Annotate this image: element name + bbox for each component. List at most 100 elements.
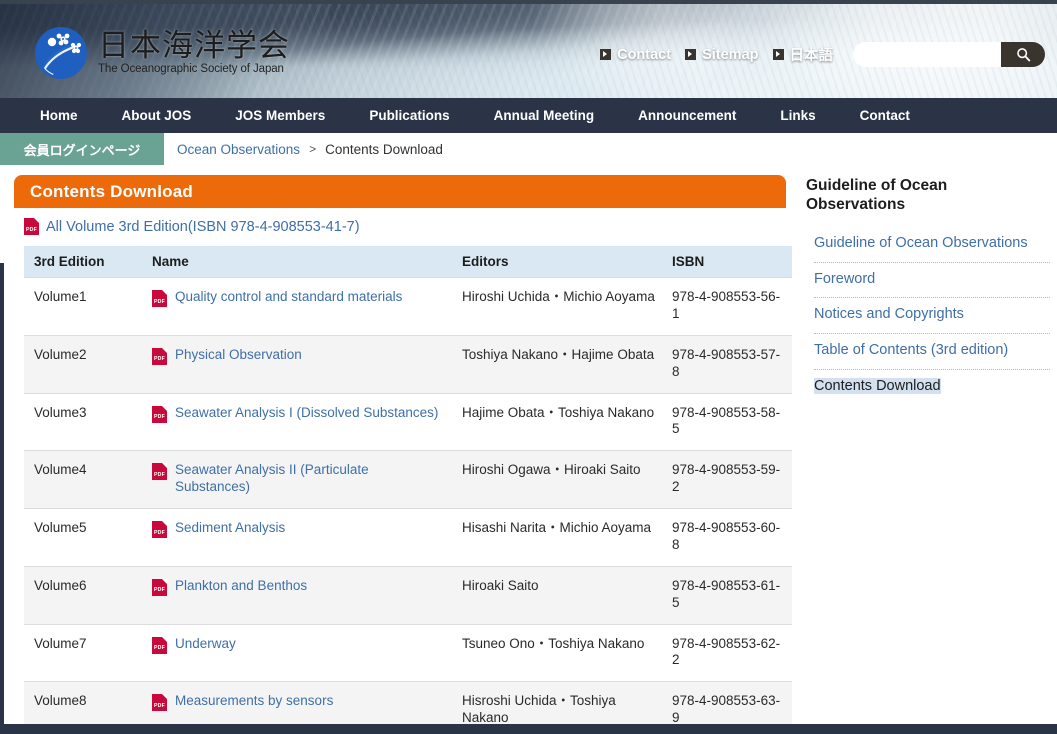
- cell-name: PDF Seawater Analysis II (Particulate Su…: [142, 451, 452, 509]
- cell-volume: Volume3: [24, 393, 142, 451]
- volume-download-link[interactable]: Underway: [175, 636, 236, 653]
- nav-item-contact[interactable]: Contact: [838, 108, 932, 123]
- util-link-japanese[interactable]: 日本語: [773, 44, 834, 65]
- nav-item-annual-meeting[interactable]: Annual Meeting: [472, 108, 617, 123]
- cell-editors: Hisashi Narita・Michio Aoyama: [452, 509, 662, 567]
- all-volume-row: PDF All Volume 3rd Edition(ISBN 978-4-90…: [14, 208, 790, 246]
- column-header-editors: Editors: [452, 246, 662, 278]
- util-link-japanese-label: 日本語: [790, 44, 834, 65]
- cell-isbn: 978-4-908553-59-2: [662, 451, 792, 509]
- cell-name: PDF Seawater Analysis I (Dissolved Subst…: [142, 393, 452, 451]
- pdf-icon: PDF: [152, 521, 167, 538]
- cell-editors: Hajime Obata・Toshiya Nakano: [452, 393, 662, 451]
- table-row: Volume1 PDF Quality control and standard…: [24, 278, 792, 336]
- site-search: [853, 42, 1045, 67]
- cell-editors: Hiroshi Ogawa・Hiroaki Saito: [452, 451, 662, 509]
- sidebar-link-foreword[interactable]: Foreword: [814, 269, 1050, 291]
- breadcrumb-current: Contents Download: [325, 142, 443, 157]
- column-header-isbn: ISBN: [662, 246, 792, 278]
- site-logo[interactable]: 日本海洋学会 The Oceanographic Society of Japa…: [32, 24, 290, 82]
- member-login-button[interactable]: 会員ログインページ: [0, 133, 164, 165]
- chevron-right-icon: [600, 49, 611, 60]
- table-row: Volume3 PDF Seawater Analysis I (Dissolv…: [24, 393, 792, 451]
- pdf-icon: PDF: [152, 637, 167, 654]
- body-area: Contents Download PDF All Volume 3rd Edi…: [0, 165, 1057, 734]
- pdf-icon-label: PDF: [152, 587, 167, 594]
- breadcrumb-parent-link[interactable]: Ocean Observations: [177, 142, 300, 157]
- search-input[interactable]: [853, 42, 1001, 67]
- volume-download-link[interactable]: Physical Observation: [175, 347, 302, 364]
- cell-volume: Volume5: [24, 509, 142, 567]
- table-row: Volume2 PDF Physical Observation Toshiya…: [24, 335, 792, 393]
- pdf-icon-label: PDF: [24, 227, 39, 233]
- footer-strip: [0, 724, 1057, 734]
- all-volume-download-link[interactable]: All Volume 3rd Edition(ISBN 978-4-908553…: [46, 219, 360, 235]
- nav-item-home[interactable]: Home: [18, 108, 100, 123]
- nav-item-jos-members[interactable]: JOS Members: [213, 108, 347, 123]
- pdf-icon-label: PDF: [152, 472, 167, 479]
- volume-download-link[interactable]: Quality control and standard materials: [175, 289, 402, 306]
- nav-item-publications[interactable]: Publications: [347, 108, 471, 123]
- sidebar-title: Guideline of Ocean Observations: [806, 176, 1006, 215]
- cell-volume: Volume7: [24, 624, 142, 682]
- sidebar-item-foreword[interactable]: Foreword: [814, 263, 1050, 299]
- main-navigation: Home About JOS JOS Members Publications …: [0, 98, 1057, 133]
- pdf-icon-label: PDF: [152, 703, 167, 710]
- logo-text: 日本海洋学会 The Oceanographic Society of Japa…: [98, 30, 290, 76]
- page-left-border: [0, 263, 4, 734]
- header-top-rule: [0, 0, 1057, 4]
- pdf-icon-label: PDF: [152, 530, 167, 537]
- column-header-name: Name: [142, 246, 452, 278]
- nav-item-links[interactable]: Links: [758, 108, 837, 123]
- breadcrumb: Ocean Observations > Contents Download: [164, 133, 443, 165]
- jos-emblem-icon: [32, 24, 90, 82]
- cell-isbn: 978-4-908553-62-2: [662, 624, 792, 682]
- right-sidebar: Guideline of Ocean Observations Guidelin…: [790, 165, 1050, 405]
- pdf-icon: PDF: [152, 463, 167, 480]
- cell-volume: Volume4: [24, 451, 142, 509]
- sidebar-item-toc[interactable]: Table of Contents (3rd edition): [814, 334, 1050, 370]
- table-row: Volume7 PDF Underway Tsuneo Ono・Toshiya …: [24, 624, 792, 682]
- util-link-sitemap-label: Sitemap: [702, 47, 758, 63]
- table-header-row: 3rd Edition Name Editors ISBN: [24, 246, 792, 278]
- volume-download-link[interactable]: Seawater Analysis II (Particulate Substa…: [175, 462, 446, 496]
- sidebar-link-notices[interactable]: Notices and Copyrights: [814, 304, 1050, 326]
- breadcrumb-bar: 会員ログインページ Ocean Observations > Contents …: [0, 133, 1057, 165]
- sidebar-item-notices[interactable]: Notices and Copyrights: [814, 298, 1050, 334]
- cell-editors: Tsuneo Ono・Toshiya Nakano: [452, 624, 662, 682]
- util-link-sitemap[interactable]: Sitemap: [685, 47, 758, 63]
- cell-editors: Hiroaki Saito: [452, 566, 662, 624]
- cell-isbn: 978-4-908553-60-8: [662, 509, 792, 567]
- chevron-right-icon: [685, 49, 696, 60]
- sidebar-link-toc[interactable]: Table of Contents (3rd edition): [814, 340, 1050, 362]
- table-row: Volume5 PDF Sediment Analysis Hisashi Na…: [24, 509, 792, 567]
- sidebar-item-contents-download[interactable]: Contents Download: [814, 370, 1050, 405]
- volume-download-link[interactable]: Plankton and Benthos: [175, 578, 307, 595]
- main-content: Contents Download PDF All Volume 3rd Edi…: [4, 165, 790, 734]
- volume-download-link[interactable]: Seawater Analysis I (Dissolved Substance…: [175, 405, 438, 422]
- column-header-edition: 3rd Edition: [24, 246, 142, 278]
- chevron-right-icon: [773, 49, 784, 60]
- volume-download-link[interactable]: Sediment Analysis: [175, 520, 285, 537]
- sidebar-item-guideline[interactable]: Guideline of Ocean Observations: [814, 227, 1050, 263]
- cell-editors: Toshiya Nakano・Hajime Obata: [452, 335, 662, 393]
- logo-title-en: The Oceanographic Society of Japan: [98, 64, 290, 76]
- table-row: Volume4 PDF Seawater Analysis II (Partic…: [24, 451, 792, 509]
- contents-download-table: 3rd Edition Name Editors ISBN Volume1 PD…: [24, 246, 792, 734]
- sidebar-link-contents-download[interactable]: Contents Download: [814, 378, 941, 394]
- nav-item-announcement[interactable]: Announcement: [616, 108, 758, 123]
- volume-download-link[interactable]: Measurements by sensors: [175, 693, 333, 710]
- cell-volume: Volume6: [24, 566, 142, 624]
- utility-nav: Contact Sitemap 日本語: [600, 42, 1045, 67]
- site-header: 日本海洋学会 The Oceanographic Society of Japa…: [0, 0, 1057, 98]
- pdf-icon: PDF: [152, 406, 167, 423]
- pdf-icon: PDF: [24, 218, 39, 235]
- cell-volume: Volume1: [24, 278, 142, 336]
- nav-item-about-jos[interactable]: About JOS: [100, 108, 214, 123]
- pdf-icon-label: PDF: [152, 645, 167, 652]
- page-title: Contents Download: [14, 175, 786, 208]
- search-button[interactable]: [1001, 42, 1045, 67]
- cell-isbn: 978-4-908553-58-5: [662, 393, 792, 451]
- util-link-contact[interactable]: Contact: [600, 47, 671, 63]
- sidebar-link-guideline[interactable]: Guideline of Ocean Observations: [814, 233, 1050, 255]
